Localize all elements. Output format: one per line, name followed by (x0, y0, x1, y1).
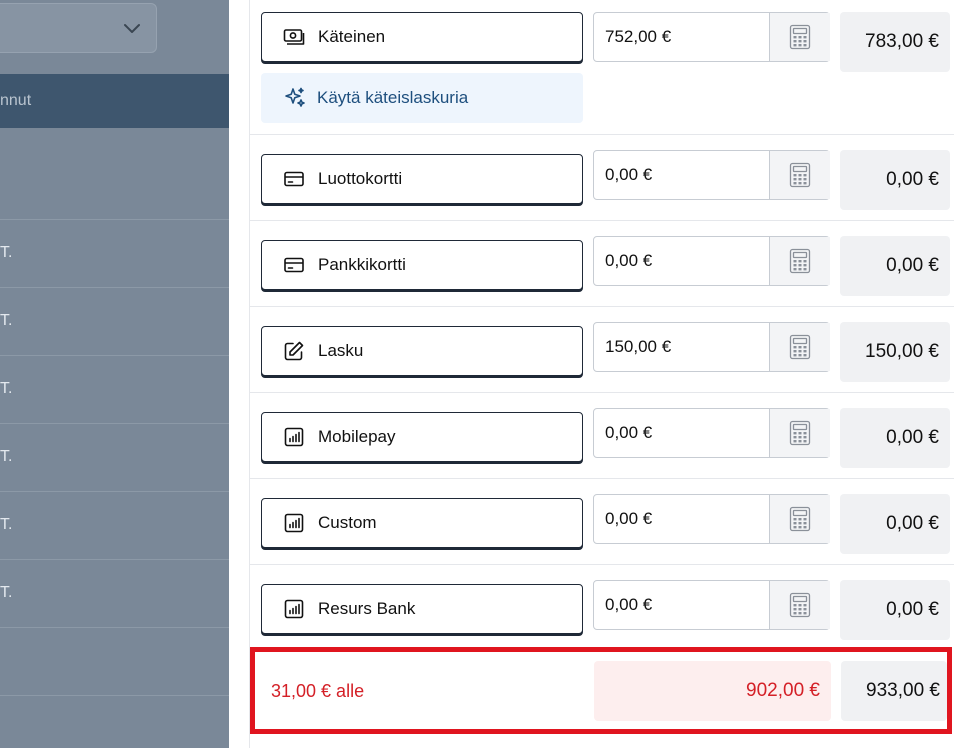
amount-field-debit-card (593, 236, 830, 286)
calculator-icon (789, 592, 811, 618)
amount-input-mobilepay[interactable] (594, 409, 769, 457)
background-table-row: T. (0, 492, 229, 560)
chart-icon (284, 513, 304, 533)
row-total-debit-card: 0,00 € (840, 236, 950, 296)
calculator-button-cash[interactable] (769, 13, 830, 61)
background-table-row (0, 128, 229, 220)
background-table-header: nnut (0, 74, 229, 128)
background-page: nnut T. T. T. T. T. T. (0, 0, 229, 748)
row-total-invoice: 150,00 € (840, 322, 950, 382)
amount-input-resurs-bank[interactable] (594, 581, 769, 629)
payment-row-credit-card: Luottokortti 0,00 € (250, 135, 954, 221)
background-select (0, 3, 157, 53)
row-total-mobilepay: 0,00 € (840, 408, 950, 468)
payment-panel: Käteinen 783,00 € Käytä käteislaskuria L… (229, 0, 954, 748)
payment-method-label: Mobilepay (318, 427, 396, 446)
debit-card-icon (284, 257, 304, 273)
payment-row-resurs-bank: Resurs Bank 0,00 € (250, 565, 954, 651)
amount-field-custom (593, 494, 830, 544)
row-total-custom: 0,00 € (840, 494, 950, 554)
difference-label: 31,00 € alle (271, 681, 365, 701)
payment-row-cash: Käteinen 783,00 € Käytä käteislaskuria (250, 0, 954, 135)
calculator-button-resurs-bank[interactable] (769, 581, 830, 629)
payment-method-button-resurs-bank[interactable]: Resurs Bank (261, 584, 583, 634)
payment-method-button-custom[interactable]: Custom (261, 498, 583, 548)
payment-method-label: Luottokortti (318, 169, 403, 188)
chart-icon (284, 599, 304, 619)
payment-row-mobilepay: Mobilepay 0,00 € (250, 393, 954, 479)
amount-field-resurs-bank (593, 580, 830, 630)
amount-input-debit-card[interactable] (594, 237, 769, 285)
sparkles-icon (285, 87, 305, 107)
payment-method-button-mobilepay[interactable]: Mobilepay (261, 412, 583, 462)
calculator-icon (789, 24, 811, 50)
payment-method-label: Custom (318, 513, 377, 532)
payment-method-label: Käteinen (318, 27, 386, 46)
calculator-button-invoice[interactable] (769, 323, 830, 371)
payment-method-button-credit-card[interactable]: Luottokortti (261, 154, 583, 204)
chevron-down-icon (124, 24, 140, 33)
calculator-button-mobilepay[interactable] (769, 409, 830, 457)
cash-calculator-button[interactable]: Käytä käteislaskuria (261, 73, 583, 123)
amount-field-cash (593, 12, 830, 62)
row-total-resurs-bank: 0,00 € (840, 580, 950, 640)
credit-card-icon (284, 171, 304, 187)
calculator-icon (789, 420, 811, 446)
amount-input-invoice[interactable] (594, 323, 769, 371)
cash-icon (283, 29, 305, 45)
amount-input-cash[interactable] (594, 13, 769, 61)
payment-method-button-invoice[interactable]: Lasku (261, 326, 583, 376)
background-table-row (0, 628, 229, 696)
chart-icon (284, 427, 304, 447)
payment-method-button-cash[interactable]: Käteinen (261, 12, 583, 62)
amount-field-credit-card (593, 150, 830, 200)
calculator-button-custom[interactable] (769, 495, 830, 543)
calculator-button-debit-card[interactable] (769, 237, 830, 285)
payment-method-label: Resurs Bank (318, 599, 416, 618)
amount-input-custom[interactable] (594, 495, 769, 543)
payment-row-custom: Custom 0,00 € (250, 479, 954, 565)
payment-method-button-debit-card[interactable]: Pankkikortti (261, 240, 583, 290)
cash-calculator-label: Käytä käteislaskuria (317, 88, 469, 107)
edit-icon (284, 341, 304, 361)
background-table-row: T. (0, 424, 229, 492)
amount-field-mobilepay (593, 408, 830, 458)
payment-row-invoice: Lasku 150,00 € (250, 307, 954, 393)
background-header-label: nnut (0, 92, 32, 109)
calculator-button-credit-card[interactable] (769, 151, 830, 199)
row-total-cash: 783,00 € (840, 12, 950, 72)
calculator-icon (789, 506, 811, 532)
calculator-icon (789, 162, 811, 188)
payment-summary: 31,00 € alle 902,00 € 933,00 € (250, 647, 952, 734)
payment-method-label: Pankkikortti (318, 255, 406, 274)
payment-method-label: Lasku (318, 341, 364, 360)
background-table-row: T. (0, 560, 229, 628)
expected-total: 933,00 € (841, 661, 947, 721)
background-table-row: T. (0, 288, 229, 356)
entered-total: 902,00 € (594, 661, 831, 721)
amount-field-invoice (593, 322, 830, 372)
row-total-credit-card: 0,00 € (840, 150, 950, 210)
background-table-row: T. (0, 220, 229, 288)
payment-row-debit-card: Pankkikortti 0,00 € (250, 221, 954, 307)
calculator-icon (789, 334, 811, 360)
amount-input-credit-card[interactable] (594, 151, 769, 199)
calculator-icon (789, 248, 811, 274)
background-table-row: T. (0, 356, 229, 424)
